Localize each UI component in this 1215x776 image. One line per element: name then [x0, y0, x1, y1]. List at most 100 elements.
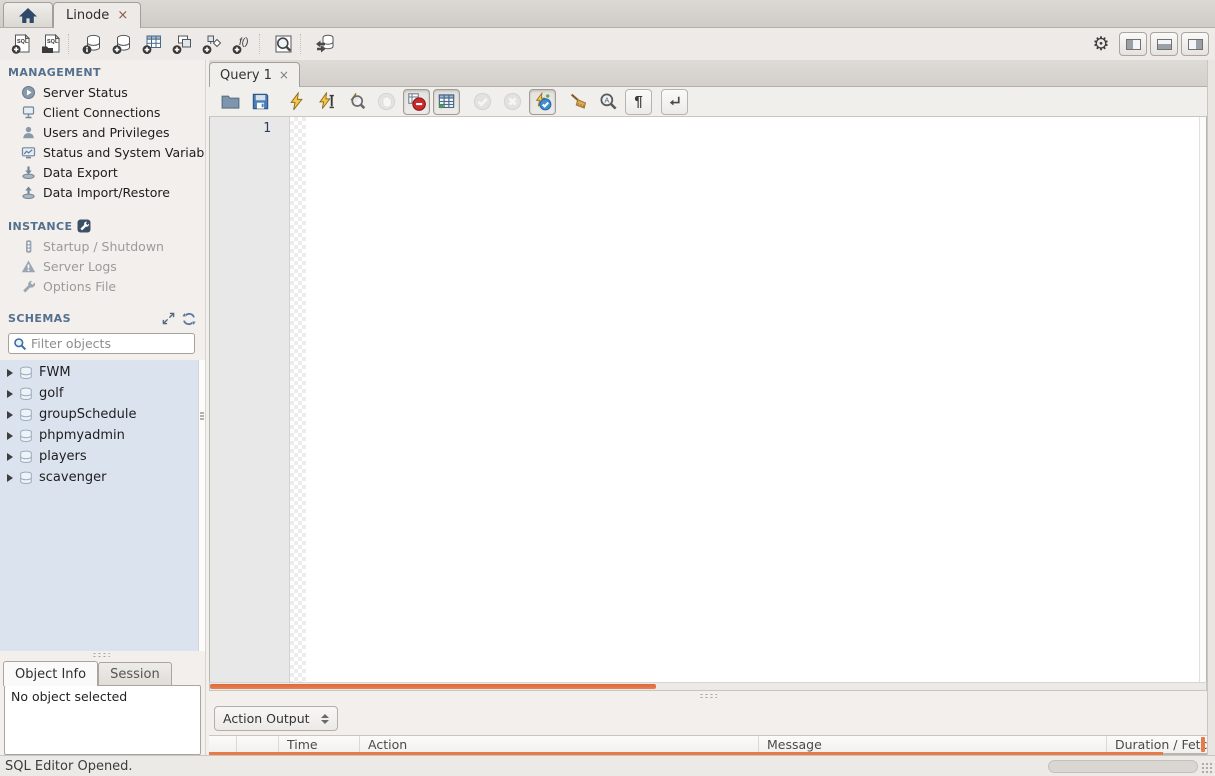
new-sql-script-icon[interactable]: SQL: [6, 30, 36, 58]
horizontal-scrollbar-thumb[interactable]: [210, 684, 656, 689]
action-output-toolbar: Action Output: [209, 702, 1207, 735]
beautify-sql-icon[interactable]: [565, 89, 592, 115]
close-tab-icon[interactable]: ×: [117, 8, 128, 23]
column-header-message[interactable]: Message: [759, 736, 1107, 753]
status-scrollbar-thumb[interactable]: [1048, 760, 1198, 773]
toolbar-separator: [300, 34, 307, 54]
expander-icon[interactable]: [7, 473, 13, 482]
sidebar-item-label: Server Logs: [43, 258, 117, 274]
home-tab[interactable]: [3, 2, 53, 27]
sidebar-item-status-variables[interactable]: Status and System Variables: [0, 142, 205, 162]
sidebar-item-server-status[interactable]: Server Status: [0, 82, 205, 102]
schema-label: groupSchedule: [39, 407, 137, 422]
home-icon: [19, 7, 37, 23]
search-table-data-icon[interactable]: [268, 30, 298, 58]
code-folding-margin: [290, 117, 306, 682]
code-input-area[interactable]: [306, 117, 1199, 682]
show-invisible-chars-icon[interactable]: ¶: [625, 88, 652, 115]
schema-icon: [20, 471, 32, 484]
schema-label: golf: [39, 386, 64, 401]
resize-grip[interactable]: [1201, 762, 1213, 774]
sidebar-item-options-file[interactable]: Options File: [0, 276, 205, 296]
editor-horizontal-scrollbar[interactable]: [209, 682, 1207, 691]
tab-object-info[interactable]: Object Info: [3, 661, 99, 686]
output-vertical-scrollbar-thumb[interactable]: [1201, 737, 1205, 752]
toggle-autocommit-icon[interactable]: [529, 88, 556, 115]
preferences-gear-icon[interactable]: ⚙: [1086, 30, 1116, 58]
sidebar-item-data-export[interactable]: Data Export: [0, 162, 205, 182]
query-tabbar: Query 1 ×: [209, 60, 1207, 87]
output-splitter[interactable]: [209, 691, 1207, 702]
toggle-stop-on-error-icon[interactable]: [403, 88, 430, 115]
instance-config-icon: [77, 219, 91, 233]
schema-row-groupschedule[interactable]: groupSchedule: [0, 404, 198, 425]
schema-filter-input[interactable]: [31, 336, 190, 351]
schema-row-players[interactable]: players: [0, 446, 198, 467]
output-view-label: Action Output: [223, 711, 310, 726]
reconnect-dbms-icon[interactable]: [309, 30, 339, 58]
sidebar-item-server-logs[interactable]: Server Logs: [0, 256, 205, 276]
open-sql-script-icon[interactable]: SQL: [36, 30, 66, 58]
explain-plan-icon[interactable]: [343, 89, 370, 115]
refresh-schemas-icon[interactable]: [181, 311, 197, 326]
expander-icon[interactable]: [7, 368, 13, 377]
schema-inspector-icon[interactable]: [77, 30, 107, 58]
toggle-left-panel-icon[interactable]: [1119, 32, 1147, 56]
schema-filter-box[interactable]: [8, 333, 195, 354]
save-script-icon[interactable]: [247, 89, 274, 115]
schema-row-phpmyadmin[interactable]: phpmyadmin: [0, 425, 198, 446]
rollback-icon[interactable]: [499, 89, 526, 115]
editor-vertical-scrollbar[interactable]: [1199, 117, 1206, 682]
schema-tree-scrollbar[interactable]: [198, 360, 205, 651]
toggle-right-panel-icon[interactable]: [1181, 32, 1209, 56]
commit-icon[interactable]: [469, 89, 496, 115]
stop-query-icon[interactable]: [373, 89, 400, 115]
tab-session[interactable]: Session: [98, 662, 172, 685]
expander-icon[interactable]: [7, 431, 13, 440]
instance-title: INSTANCE: [8, 219, 73, 233]
sidebar-item-label: Startup / Shutdown: [43, 238, 164, 254]
column-header-status[interactable]: [209, 736, 237, 753]
sidebar-item-startup-shutdown[interactable]: Startup / Shutdown: [0, 236, 205, 256]
create-schema-icon[interactable]: [107, 30, 137, 58]
schemas-title: SCHEMAS: [8, 312, 71, 325]
open-script-icon[interactable]: [217, 89, 244, 115]
sidebar-splitter-grip[interactable]: [92, 652, 110, 659]
execute-current-statement-icon[interactable]: [313, 89, 340, 115]
execute-sql-icon[interactable]: [283, 89, 310, 115]
column-header-index[interactable]: [237, 736, 279, 753]
tab-label: Session: [110, 666, 160, 682]
action-output-header: Time Action Message Duration / Fetch: [209, 735, 1207, 755]
limit-rows-icon[interactable]: [433, 88, 460, 115]
create-procedure-icon[interactable]: [197, 30, 227, 58]
schema-row-scavenger[interactable]: scavenger: [0, 467, 198, 488]
data-import-icon: [22, 186, 35, 199]
toggle-bottom-panel-icon[interactable]: [1150, 32, 1178, 56]
wrap-text-icon[interactable]: [661, 88, 688, 115]
expander-icon[interactable]: [7, 389, 13, 398]
connection-tab[interactable]: Linode ×: [53, 2, 142, 28]
output-view-select[interactable]: Action Output: [214, 706, 338, 731]
expander-icon[interactable]: [7, 452, 13, 461]
column-header-duration[interactable]: Duration / Fetch: [1107, 736, 1207, 753]
sidebar-item-data-import[interactable]: Data Import/Restore: [0, 182, 205, 202]
output-splitter-grip[interactable]: [699, 693, 717, 700]
create-function-icon[interactable]: f(): [227, 30, 257, 58]
create-view-icon[interactable]: [167, 30, 197, 58]
sidebar-item-client-connections[interactable]: Client Connections: [0, 102, 205, 122]
schema-row-golf[interactable]: golf: [0, 383, 198, 404]
find-icon[interactable]: A: [595, 89, 622, 115]
main-toolbar: SQL SQL f() ⚙: [0, 28, 1215, 60]
expander-icon[interactable]: [7, 410, 13, 419]
close-query-tab-icon[interactable]: ×: [279, 68, 289, 82]
column-header-action[interactable]: Action: [360, 736, 759, 753]
schema-row-fwm[interactable]: FWM: [0, 362, 198, 383]
startup-shutdown-icon: [26, 239, 32, 253]
sidebar-item-users-privileges[interactable]: Users and Privileges: [0, 122, 205, 142]
sidebar: MANAGEMENT Server Status Client Connecti…: [0, 60, 205, 755]
expand-panel-icon[interactable]: [160, 311, 176, 326]
create-table-icon[interactable]: [137, 30, 167, 58]
query-tab[interactable]: Query 1 ×: [209, 62, 300, 87]
column-header-time[interactable]: Time: [279, 736, 360, 753]
filter-row: [0, 329, 205, 360]
